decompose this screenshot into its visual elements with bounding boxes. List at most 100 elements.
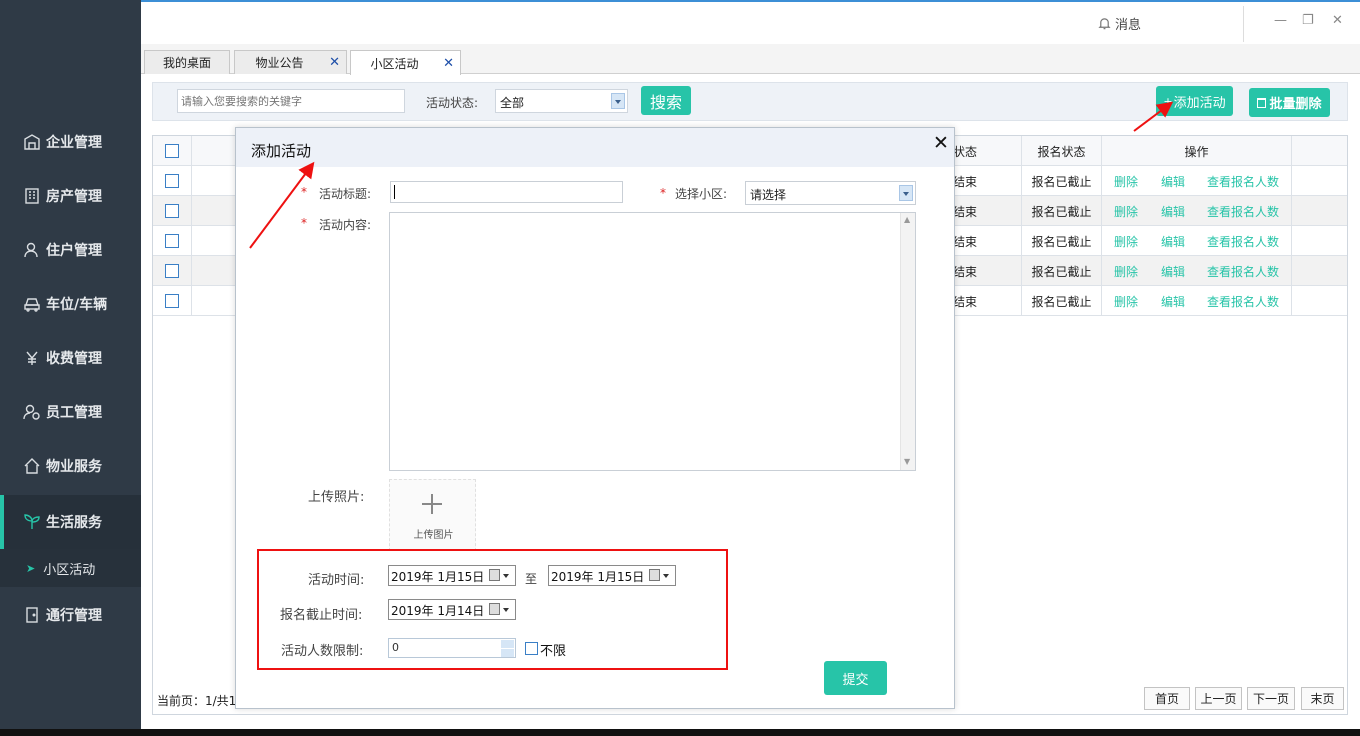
tab-close-icon[interactable]: ✕ [329, 55, 340, 70]
activity-status-cell: 结束 [953, 226, 1022, 256]
search-button[interactable]: 搜索 [641, 86, 691, 115]
signup-status-cell: 报名已截止 [1022, 286, 1102, 316]
deadline-value: 2019年 1月14日 [391, 604, 485, 618]
edit-link[interactable]: 编辑 [1161, 203, 1185, 220]
community-select[interactable]: 请选择 [745, 181, 916, 205]
building-icon [22, 132, 42, 152]
prev-page-button[interactable]: 上一页 [1195, 687, 1242, 710]
delete-link[interactable]: 删除 [1114, 203, 1138, 220]
activity-status-text: 结束 [953, 294, 978, 309]
content-label: 活动内容: [319, 218, 372, 232]
last-page-button[interactable]: 末页 [1301, 687, 1344, 710]
chevron-down-icon[interactable] [611, 93, 625, 109]
next-page-button[interactable]: 下一页 [1247, 687, 1295, 710]
chevron-right-icon: ➤ [26, 561, 36, 575]
row-cell [192, 226, 240, 256]
batch-delete-button[interactable]: 批量删除 [1249, 88, 1330, 117]
messages-button[interactable]: 消息 [1098, 14, 1141, 33]
activity-status-text: 结束 [953, 204, 978, 219]
sidebar-item-enterprise[interactable]: 企业管理 [0, 115, 141, 169]
view-signups-link[interactable]: 查看报名人数 [1207, 293, 1279, 310]
content-textarea[interactable]: ▲ ▼ [389, 212, 916, 471]
minimize-button[interactable]: — [1274, 13, 1287, 28]
upload-image-button[interactable]: 上传图片 [389, 479, 476, 551]
sidebar-item-staff[interactable]: 员工管理 [0, 385, 141, 439]
start-date-picker[interactable]: 2019年 1月15日 [388, 565, 516, 586]
edit-link[interactable]: 编辑 [1161, 263, 1185, 280]
signup-status-cell: 报名已截止 [1022, 256, 1102, 286]
sidebar-item-label: 住户管理 [46, 243, 102, 259]
chevron-down-icon [663, 574, 669, 578]
add-activity-label: 添加活动 [1173, 95, 1226, 111]
scroll-down-icon[interactable]: ▼ [904, 458, 912, 466]
scrollbar[interactable]: ▲ ▼ [900, 213, 915, 470]
restore-button[interactable]: ❐ [1302, 13, 1314, 28]
sidebar-item-life-service[interactable]: 生活服务 [0, 495, 141, 549]
view-signups-link[interactable]: 查看报名人数 [1207, 203, 1279, 220]
unlimited-checkbox[interactable] [525, 642, 538, 655]
delete-link[interactable]: 删除 [1114, 293, 1138, 310]
edit-link[interactable]: 编辑 [1161, 233, 1185, 250]
divider [1243, 6, 1244, 42]
view-signups-link[interactable]: 查看报名人数 [1207, 173, 1279, 190]
participant-limit-stepper[interactable]: 0 [388, 638, 516, 658]
sidebar-item-residents[interactable]: 住户管理 [0, 223, 141, 277]
view-signups-link[interactable]: 查看报名人数 [1207, 263, 1279, 280]
title-input[interactable] [390, 181, 623, 203]
home-icon [22, 456, 42, 476]
tab-desktop[interactable]: 我的桌面 [144, 50, 230, 74]
sidebar-item-access[interactable]: 通行管理 [0, 588, 141, 642]
sidebar-subitem-label: 小区活动 [43, 562, 96, 578]
sidebar-subitem-community-activity[interactable]: ➤ 小区活动 [0, 549, 141, 587]
row-checkbox[interactable] [165, 174, 179, 188]
limit-value: 0 [392, 641, 399, 654]
row-checkbox[interactable] [165, 204, 179, 218]
delete-link[interactable]: 删除 [1114, 233, 1138, 250]
required-mark: * [301, 185, 307, 199]
tab-community-activity[interactable]: 小区活动 ✕ [350, 50, 461, 75]
upload-hint: 上传图片 [413, 530, 454, 541]
signup-status-cell: 报名已截止 [1022, 166, 1102, 196]
add-activity-button[interactable]: + 添加活动 [1156, 86, 1233, 116]
sidebar-item-billing[interactable]: 收费管理 [0, 331, 141, 385]
end-date-picker[interactable]: 2019年 1月15日 [548, 565, 676, 586]
sidebar-item-label: 物业服务 [46, 459, 102, 475]
submit-button[interactable]: 提交 [824, 661, 887, 695]
select-all-checkbox[interactable] [165, 144, 179, 158]
unlimited-label: 不限 [540, 644, 567, 659]
calendar-icon [489, 603, 500, 615]
first-page-button[interactable]: 首页 [1144, 687, 1190, 710]
delete-link[interactable]: 删除 [1114, 173, 1138, 190]
tab-close-icon[interactable]: ✕ [443, 56, 454, 71]
bell-icon [1098, 18, 1111, 30]
status-filter-select[interactable]: 全部 [495, 89, 628, 113]
sidebar-item-property-service[interactable]: 物业服务 [0, 439, 141, 493]
delete-link[interactable]: 删除 [1114, 263, 1138, 280]
keyword-search-input[interactable] [177, 89, 405, 113]
close-icon[interactable]: ✕ [933, 132, 949, 154]
required-mark: * [660, 186, 666, 200]
sidebar-item-label: 企业管理 [46, 135, 102, 151]
decrement-button[interactable] [501, 649, 514, 657]
photo-label: 上传照片: [308, 490, 365, 505]
sidebar-item-parking[interactable]: 车位/车辆 [0, 277, 141, 331]
sidebar-item-property[interactable]: 房产管理 [0, 169, 141, 223]
scroll-up-icon[interactable]: ▲ [904, 216, 912, 224]
sidebar-item-label: 收费管理 [46, 351, 102, 367]
edit-link[interactable]: 编辑 [1161, 173, 1185, 190]
activity-status-cell: 结束 [953, 196, 1022, 226]
activity-status-text: 结束 [953, 174, 978, 189]
start-date-value: 2019年 1月15日 [391, 570, 485, 584]
chevron-down-icon[interactable] [899, 185, 913, 201]
row-select-cell [153, 226, 192, 256]
view-signups-link[interactable]: 查看报名人数 [1207, 233, 1279, 250]
edit-link[interactable]: 编辑 [1161, 293, 1185, 310]
row-checkbox[interactable] [165, 234, 179, 248]
tab-notice[interactable]: 物业公告 ✕ [234, 50, 347, 74]
row-checkbox[interactable] [165, 294, 179, 308]
increment-button[interactable] [501, 640, 514, 648]
signup-status-cell: 报名已截止 [1022, 226, 1102, 256]
row-checkbox[interactable] [165, 264, 179, 278]
deadline-date-picker[interactable]: 2019年 1月14日 [388, 599, 516, 620]
close-window-button[interactable]: ✕ [1332, 13, 1343, 28]
